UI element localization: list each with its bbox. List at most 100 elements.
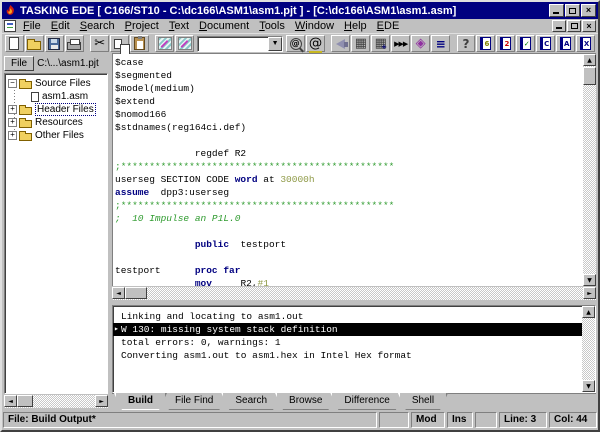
child-close-icon[interactable]: × (582, 20, 596, 32)
scroll-left-icon[interactable]: ◄ (4, 395, 17, 407)
scroll-left-icon[interactable]: ◄ (112, 287, 125, 299)
menu-help[interactable]: Help (339, 20, 372, 32)
tab-difference[interactable]: Difference (330, 393, 403, 410)
find-in-files-button[interactable]: @ (306, 35, 325, 52)
menu-window[interactable]: Window (290, 20, 339, 32)
output-line-selected[interactable]: W 130: missing system stack definition (113, 323, 582, 336)
scrollbar-thumb[interactable] (125, 287, 147, 299)
status-file-label: File: Build Output* (3, 412, 377, 428)
menu-file[interactable]: File (18, 20, 46, 32)
scroll-down-icon[interactable]: ▼ (582, 380, 595, 392)
folder-open-icon (19, 81, 32, 89)
print-icon (67, 42, 81, 50)
tab-file-find[interactable]: File Find (161, 393, 227, 410)
tree-item-resources[interactable]: +Resources (8, 116, 107, 129)
project-options-button[interactable] (431, 35, 450, 52)
new-file-button[interactable] (5, 35, 24, 52)
tree-item-source-files[interactable]: −Source Files (8, 77, 107, 90)
project-tree: −Source Filesasm1.asm+Header Files+Resou… (4, 73, 108, 394)
menu-items: FileEditSearchProjectTextDocumentToolsWi… (18, 20, 404, 32)
help-button[interactable] (457, 35, 476, 52)
file-menu-button[interactable]: File (4, 56, 34, 71)
combobox-value (198, 37, 268, 51)
expand-icon[interactable]: + (8, 105, 17, 114)
tab-build[interactable]: Build (114, 393, 167, 410)
status-modified-flag: Mod (411, 412, 445, 428)
menu-text[interactable]: Text (164, 20, 194, 32)
marker-tool-2-button[interactable] (175, 35, 194, 52)
document-icon[interactable] (4, 20, 16, 32)
folder-icon (19, 133, 32, 141)
book-mark: A (564, 40, 569, 48)
manual-3-button[interactable]: ✓ (516, 35, 535, 52)
menu-tools[interactable]: Tools (254, 20, 290, 32)
tree-item-asm1-asm[interactable]: asm1.asm (8, 90, 107, 103)
code-line: regdef R2 (115, 147, 583, 160)
manual-2-button[interactable]: 2 (496, 35, 515, 52)
scroll-up-icon[interactable]: ▲ (582, 306, 595, 318)
tree-item-header-files[interactable]: +Header Files (8, 103, 107, 116)
manual-1-button[interactable]: 6 (476, 35, 495, 52)
editor-vscrollbar[interactable]: ▲ ▼ (583, 54, 596, 286)
open-file-button[interactable] (25, 35, 44, 52)
restore-icon[interactable] (565, 4, 580, 17)
debug-icon (416, 36, 426, 51)
expand-icon[interactable]: + (8, 118, 17, 127)
code-editor[interactable]: $case$segmented$model(medium)$extend$nom… (113, 54, 583, 286)
print-button[interactable] (65, 35, 84, 52)
scroll-down-icon[interactable]: ▼ (583, 274, 596, 286)
child-restore-icon[interactable] (567, 20, 581, 32)
scroll-right-icon[interactable]: ► (583, 287, 596, 299)
cut-button[interactable] (90, 35, 109, 52)
menu-document[interactable]: Document (194, 20, 254, 32)
menu-project[interactable]: Project (120, 20, 164, 32)
minimize-icon[interactable] (549, 4, 564, 17)
manual-x-button[interactable]: X (576, 35, 595, 52)
scrollbar-thumb[interactable] (17, 395, 33, 407)
find-button[interactable]: @ (286, 35, 305, 52)
scrollbar-thumb[interactable] (583, 67, 596, 85)
app-window: TASKING EDE [ C166/ST10 - C:\dc166\ASM1\… (0, 0, 600, 432)
output-vscrollbar[interactable]: ▲ ▼ (582, 306, 595, 392)
manual-a-button[interactable]: A (556, 35, 575, 52)
tab-search[interactable]: Search (221, 393, 281, 410)
paste-button[interactable] (130, 35, 149, 52)
marker-tool-2-icon (178, 37, 192, 50)
close-icon[interactable]: × (581, 4, 596, 17)
menu-ede[interactable]: EDE (372, 20, 405, 32)
editor-hscrollbar[interactable]: ◄ ► (112, 287, 596, 300)
search-combobox[interactable]: ▼ (197, 36, 283, 52)
code-line (115, 251, 583, 264)
output-line[interactable]: total errors: 0, warnings: 1 (113, 336, 582, 349)
copy-button[interactable] (110, 35, 129, 52)
compile-button[interactable] (331, 35, 350, 52)
scroll-right-icon[interactable]: ► (95, 395, 108, 407)
save-button[interactable] (45, 35, 64, 52)
manual-c-button[interactable]: C (536, 35, 555, 52)
chevron-down-icon[interactable]: ▼ (268, 37, 282, 51)
output-line[interactable]: Linking and locating to asm1.out (113, 310, 582, 323)
output-line[interactable]: Converting asm1.out to asm1.hex in Intel… (113, 349, 582, 362)
marker-tool-1-button[interactable] (155, 35, 174, 52)
tree-item-other-files[interactable]: +Other Files (8, 129, 107, 142)
assemble-button[interactable] (351, 35, 370, 52)
collapse-icon[interactable]: − (8, 79, 17, 88)
cut-icon (94, 36, 105, 51)
tab-browse[interactable]: Browse (275, 393, 336, 410)
build-output-lines[interactable]: Linking and locating to asm1.outW 130: m… (113, 306, 582, 392)
expand-icon[interactable]: + (8, 131, 17, 140)
manual-a-icon: A (560, 37, 571, 50)
help-icon (463, 37, 470, 51)
project-panel: File C:\...\asm1.pjt −Source Filesasm1.a… (2, 53, 110, 410)
tab-shell[interactable]: Shell (398, 393, 448, 410)
code-line: $segmented (115, 69, 583, 82)
scroll-up-icon[interactable]: ▲ (583, 54, 596, 66)
rebuild-all-button[interactable]: ▶▶▶ (391, 35, 410, 52)
build-button[interactable] (371, 35, 390, 52)
editor-column: $case$segmented$model(medium)$extend$nom… (110, 53, 598, 410)
debug-button[interactable] (411, 35, 430, 52)
menu-search[interactable]: Search (75, 20, 120, 32)
child-minimize-icon[interactable] (552, 20, 566, 32)
project-tree-hscrollbar[interactable]: ◄ ► (4, 395, 108, 408)
menu-edit[interactable]: Edit (46, 20, 75, 32)
